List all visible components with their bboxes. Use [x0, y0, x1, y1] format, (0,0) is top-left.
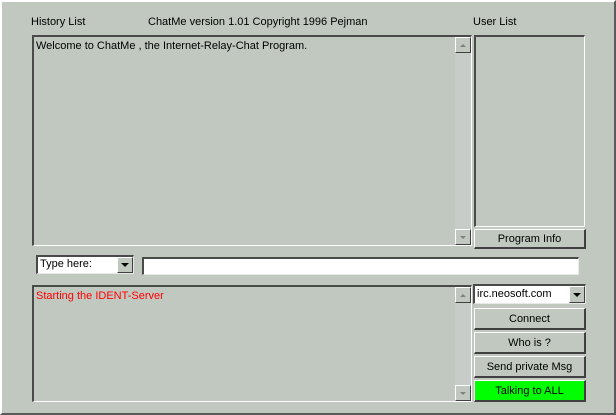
history-line: Welcome to ChatMe , the Internet-Relay-C…: [36, 40, 308, 52]
arrow-down-icon: [460, 235, 466, 239]
chevron-down-icon: [573, 292, 581, 297]
status-scrollbar[interactable]: [455, 287, 471, 401]
history-scrollbar[interactable]: [455, 37, 471, 245]
program-info-button[interactable]: Program Info: [474, 229, 586, 249]
user-list-label: User List: [473, 16, 517, 28]
talking-to-all-button[interactable]: Talking to ALL: [474, 380, 586, 402]
arrow-up-icon: [460, 43, 466, 47]
app-title: ChatMe version 1.01 Copyright 1996 Pejma…: [148, 16, 368, 28]
server-value: irc.neosoft.com: [477, 288, 552, 300]
arrow-down-icon: [460, 391, 466, 395]
status-line: Starting the IDENT-Server: [36, 290, 164, 302]
input-mode-value: Type here:: [40, 258, 92, 270]
who-is-button[interactable]: Who is ?: [474, 332, 586, 354]
arrow-up-icon: [460, 293, 466, 297]
server-select[interactable]: irc.neosoft.com: [473, 284, 586, 304]
status-text: Starting the IDENT-Server: [36, 289, 164, 303]
scroll-up-button[interactable]: [455, 287, 471, 303]
input-mode-select[interactable]: Type here:: [36, 255, 134, 274]
dropdown-button[interactable]: [117, 257, 133, 273]
user-list-panel[interactable]: [474, 35, 585, 227]
connect-button[interactable]: Connect: [474, 308, 586, 330]
chatme-window: History List ChatMe version 1.01 Copyrig…: [0, 0, 616, 415]
send-private-msg-button[interactable]: Send private Msg: [474, 356, 586, 378]
message-input[interactable]: [142, 257, 579, 275]
history-list-panel[interactable]: Welcome to ChatMe , the Internet-Relay-C…: [32, 35, 472, 246]
scroll-up-button[interactable]: [455, 37, 471, 53]
scroll-down-button[interactable]: [455, 385, 471, 401]
scroll-down-button[interactable]: [455, 229, 471, 245]
dropdown-button[interactable]: [569, 286, 585, 303]
chevron-down-icon: [121, 263, 129, 267]
history-list-label: History List: [31, 16, 86, 28]
status-log-panel[interactable]: Starting the IDENT-Server: [32, 285, 472, 402]
history-text: Welcome to ChatMe , the Internet-Relay-C…: [36, 39, 307, 53]
